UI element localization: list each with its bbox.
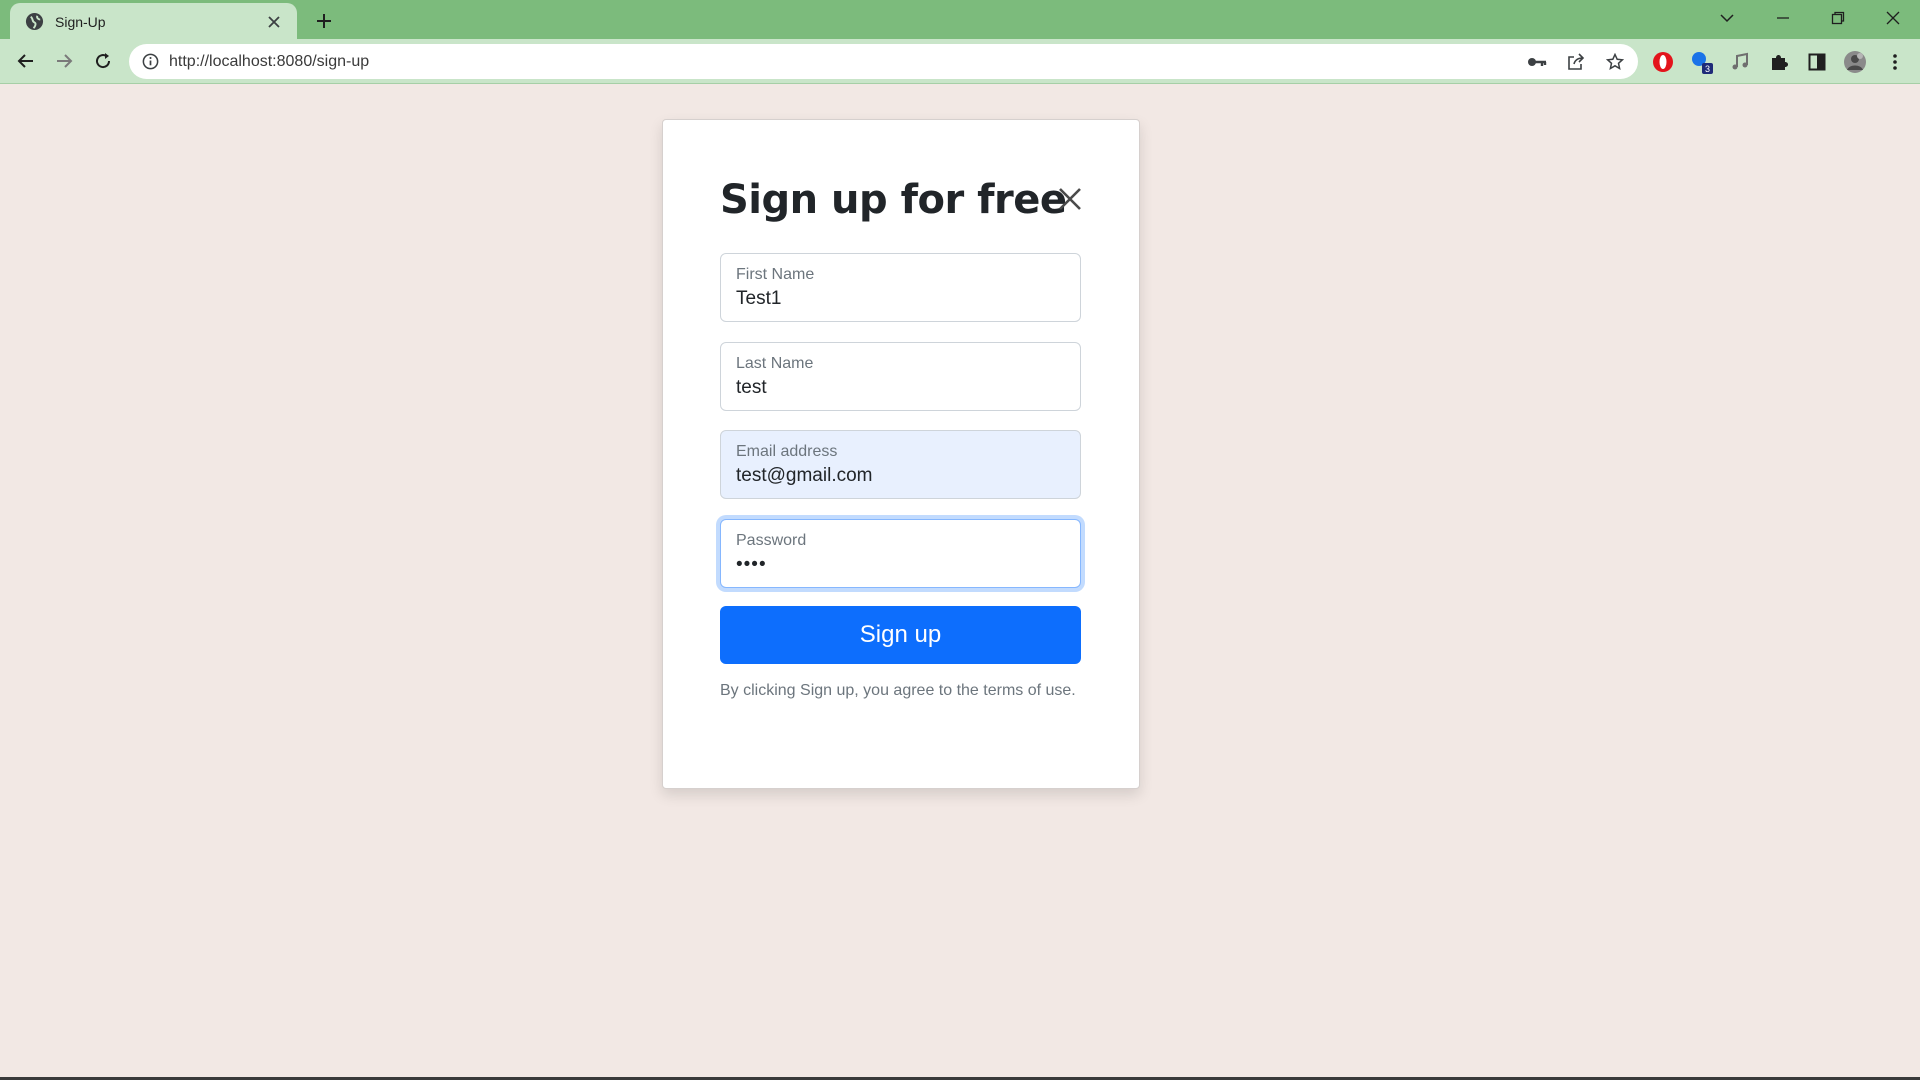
bookmark-star-icon[interactable] xyxy=(1604,51,1626,73)
signup-card: Sign up for free First Name Test1 Last N… xyxy=(662,119,1140,789)
minimize-button[interactable] xyxy=(1757,0,1809,36)
browser-tab[interactable]: Sign-Up xyxy=(10,3,297,40)
key-icon[interactable] xyxy=(1526,51,1548,73)
password-value[interactable]: •••• xyxy=(736,554,767,576)
chevron-down-icon xyxy=(1720,14,1734,23)
reload-icon xyxy=(96,53,111,69)
last-name-field[interactable]: Last Name test xyxy=(720,342,1081,411)
email-value[interactable]: test@gmail.com xyxy=(736,465,873,487)
browser-toolbar: http://localhost:8080/sign-up 3 xyxy=(0,39,1920,84)
page-title: Sign up for free xyxy=(720,177,1067,223)
profile-avatar-icon[interactable] xyxy=(1842,49,1868,75)
back-button[interactable] xyxy=(11,46,41,76)
translate-extension-icon[interactable]: 3 xyxy=(1690,49,1716,75)
arrow-right-icon xyxy=(57,54,73,68)
forward-button[interactable] xyxy=(49,46,79,76)
info-icon[interactable] xyxy=(141,52,160,71)
last-name-label: Last Name xyxy=(736,355,814,372)
email-field[interactable]: Email address test@gmail.com xyxy=(720,430,1081,499)
arrow-left-icon xyxy=(17,54,33,68)
close-icon[interactable] xyxy=(1055,184,1085,214)
close-icon xyxy=(1886,11,1900,25)
minimize-icon xyxy=(1777,17,1789,19)
url-text[interactable]: http://localhost:8080/sign-up xyxy=(169,53,369,71)
terms-text: By clicking Sign up, you agree to the te… xyxy=(720,682,1076,699)
share-icon[interactable] xyxy=(1565,51,1587,73)
music-extension-icon[interactable] xyxy=(1728,49,1754,75)
tab-title: Sign-Up xyxy=(55,13,106,30)
side-panel-icon[interactable] xyxy=(1804,49,1830,75)
extension-badge: 3 xyxy=(1705,64,1710,74)
close-window-button[interactable] xyxy=(1867,0,1919,36)
tab-search-button[interactable] xyxy=(1701,0,1753,36)
email-label: Email address xyxy=(736,443,838,460)
opera-extension-icon[interactable] xyxy=(1650,49,1676,75)
globe-icon xyxy=(25,12,44,31)
tab-strip: Sign-Up xyxy=(0,0,1920,40)
menu-kebab-icon[interactable] xyxy=(1882,49,1908,75)
last-name-value[interactable]: test xyxy=(736,377,767,399)
restore-icon xyxy=(1831,11,1845,25)
first-name-label: First Name xyxy=(736,266,815,283)
first-name-field[interactable]: First Name Test1 xyxy=(720,253,1081,322)
tab-close-icon[interactable] xyxy=(263,11,285,33)
sign-up-button[interactable]: Sign up xyxy=(720,606,1081,664)
plus-icon xyxy=(317,14,331,28)
new-tab-button[interactable] xyxy=(311,8,337,34)
first-name-value[interactable]: Test1 xyxy=(736,288,781,310)
puzzle-icon[interactable] xyxy=(1766,49,1792,75)
address-bar[interactable]: http://localhost:8080/sign-up xyxy=(129,44,1638,79)
restore-button[interactable] xyxy=(1812,0,1864,36)
password-label: Password xyxy=(736,532,807,549)
reload-button[interactable] xyxy=(88,46,118,76)
password-field[interactable]: Password •••• xyxy=(720,519,1081,588)
